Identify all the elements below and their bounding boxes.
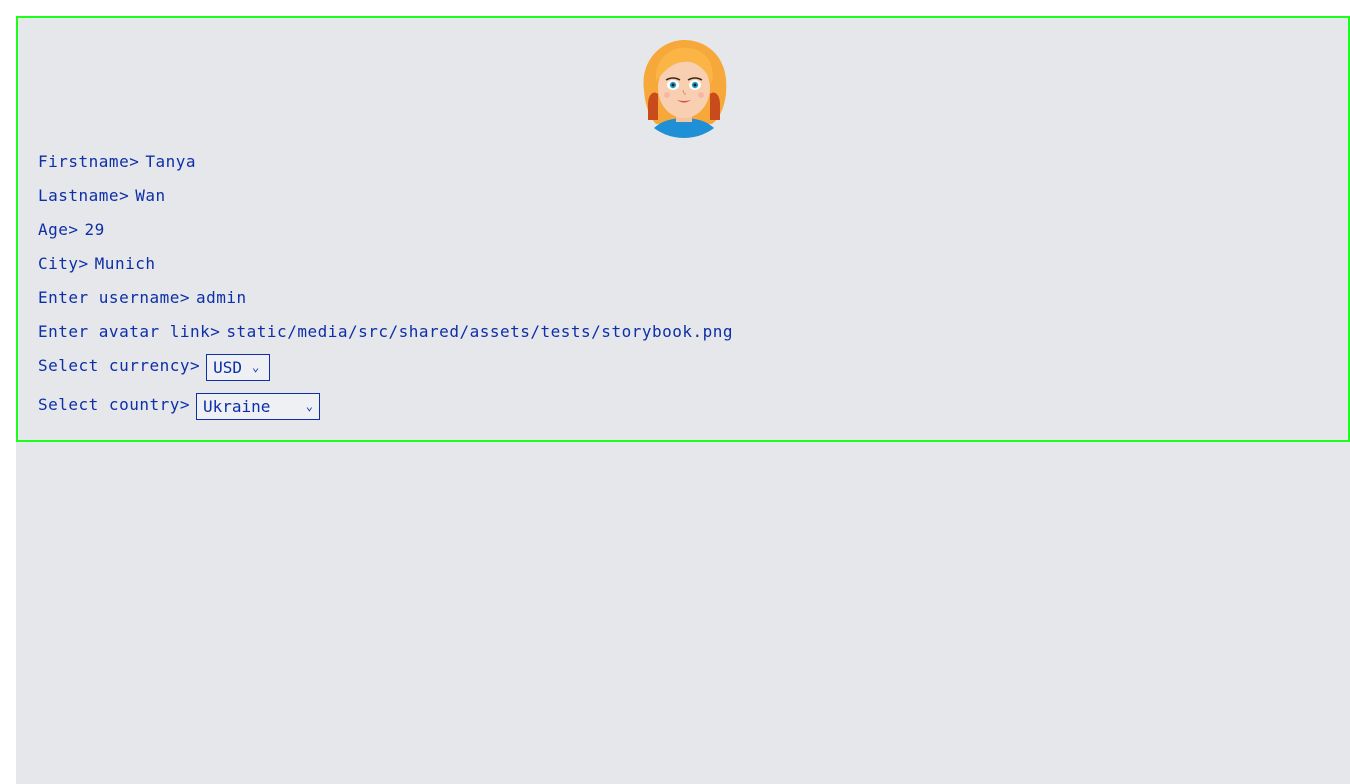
city-label: City> <box>38 253 89 273</box>
chevron-down-icon: ⌄ <box>305 399 313 413</box>
chevron-down-icon: ⌄ <box>252 360 260 374</box>
firstname-row: Firstname> Tanya <box>38 149 196 173</box>
lastname-label: Lastname> <box>38 185 130 205</box>
avatar-icon <box>634 38 734 138</box>
username-value[interactable]: admin <box>196 288 247 307</box>
city-value[interactable]: Munich <box>95 254 156 273</box>
firstname-value[interactable]: Tanya <box>145 152 196 171</box>
username-label: Enter username> <box>38 287 190 307</box>
country-row: Select country> Ukraine ⌄ <box>38 392 320 420</box>
lastname-value[interactable]: Wan <box>135 186 165 205</box>
currency-label: Select currency> <box>38 355 201 375</box>
profile-card: Firstname> Tanya Lastname> Wan Age> 29 C… <box>16 16 1350 442</box>
currency-select[interactable]: USD ⌄ <box>206 353 271 381</box>
age-value[interactable]: 29 <box>85 220 105 239</box>
currency-select-value: USD <box>213 357 243 377</box>
username-row: Enter username> admin <box>38 285 247 309</box>
currency-row: Select currency> USD ⌄ <box>38 353 271 381</box>
page-background: Firstname> Tanya Lastname> Wan Age> 29 C… <box>16 16 1350 784</box>
age-row: Age> 29 <box>38 217 105 241</box>
avatar <box>634 38 734 138</box>
country-select[interactable]: Ukraine ⌄ <box>196 392 320 420</box>
country-label: Select country> <box>38 394 190 414</box>
firstname-label: Firstname> <box>38 151 140 171</box>
city-row: City> Munich <box>38 251 155 275</box>
age-label: Age> <box>38 219 79 239</box>
avatar-link-row: Enter avatar link> static/media/src/shar… <box>38 319 733 343</box>
lastname-row: Lastname> Wan <box>38 183 166 207</box>
country-select-value: Ukraine <box>203 396 271 416</box>
avatar-link-label: Enter avatar link> <box>38 321 221 341</box>
avatar-link-value[interactable]: static/media/src/shared/assets/tests/sto… <box>226 322 733 341</box>
